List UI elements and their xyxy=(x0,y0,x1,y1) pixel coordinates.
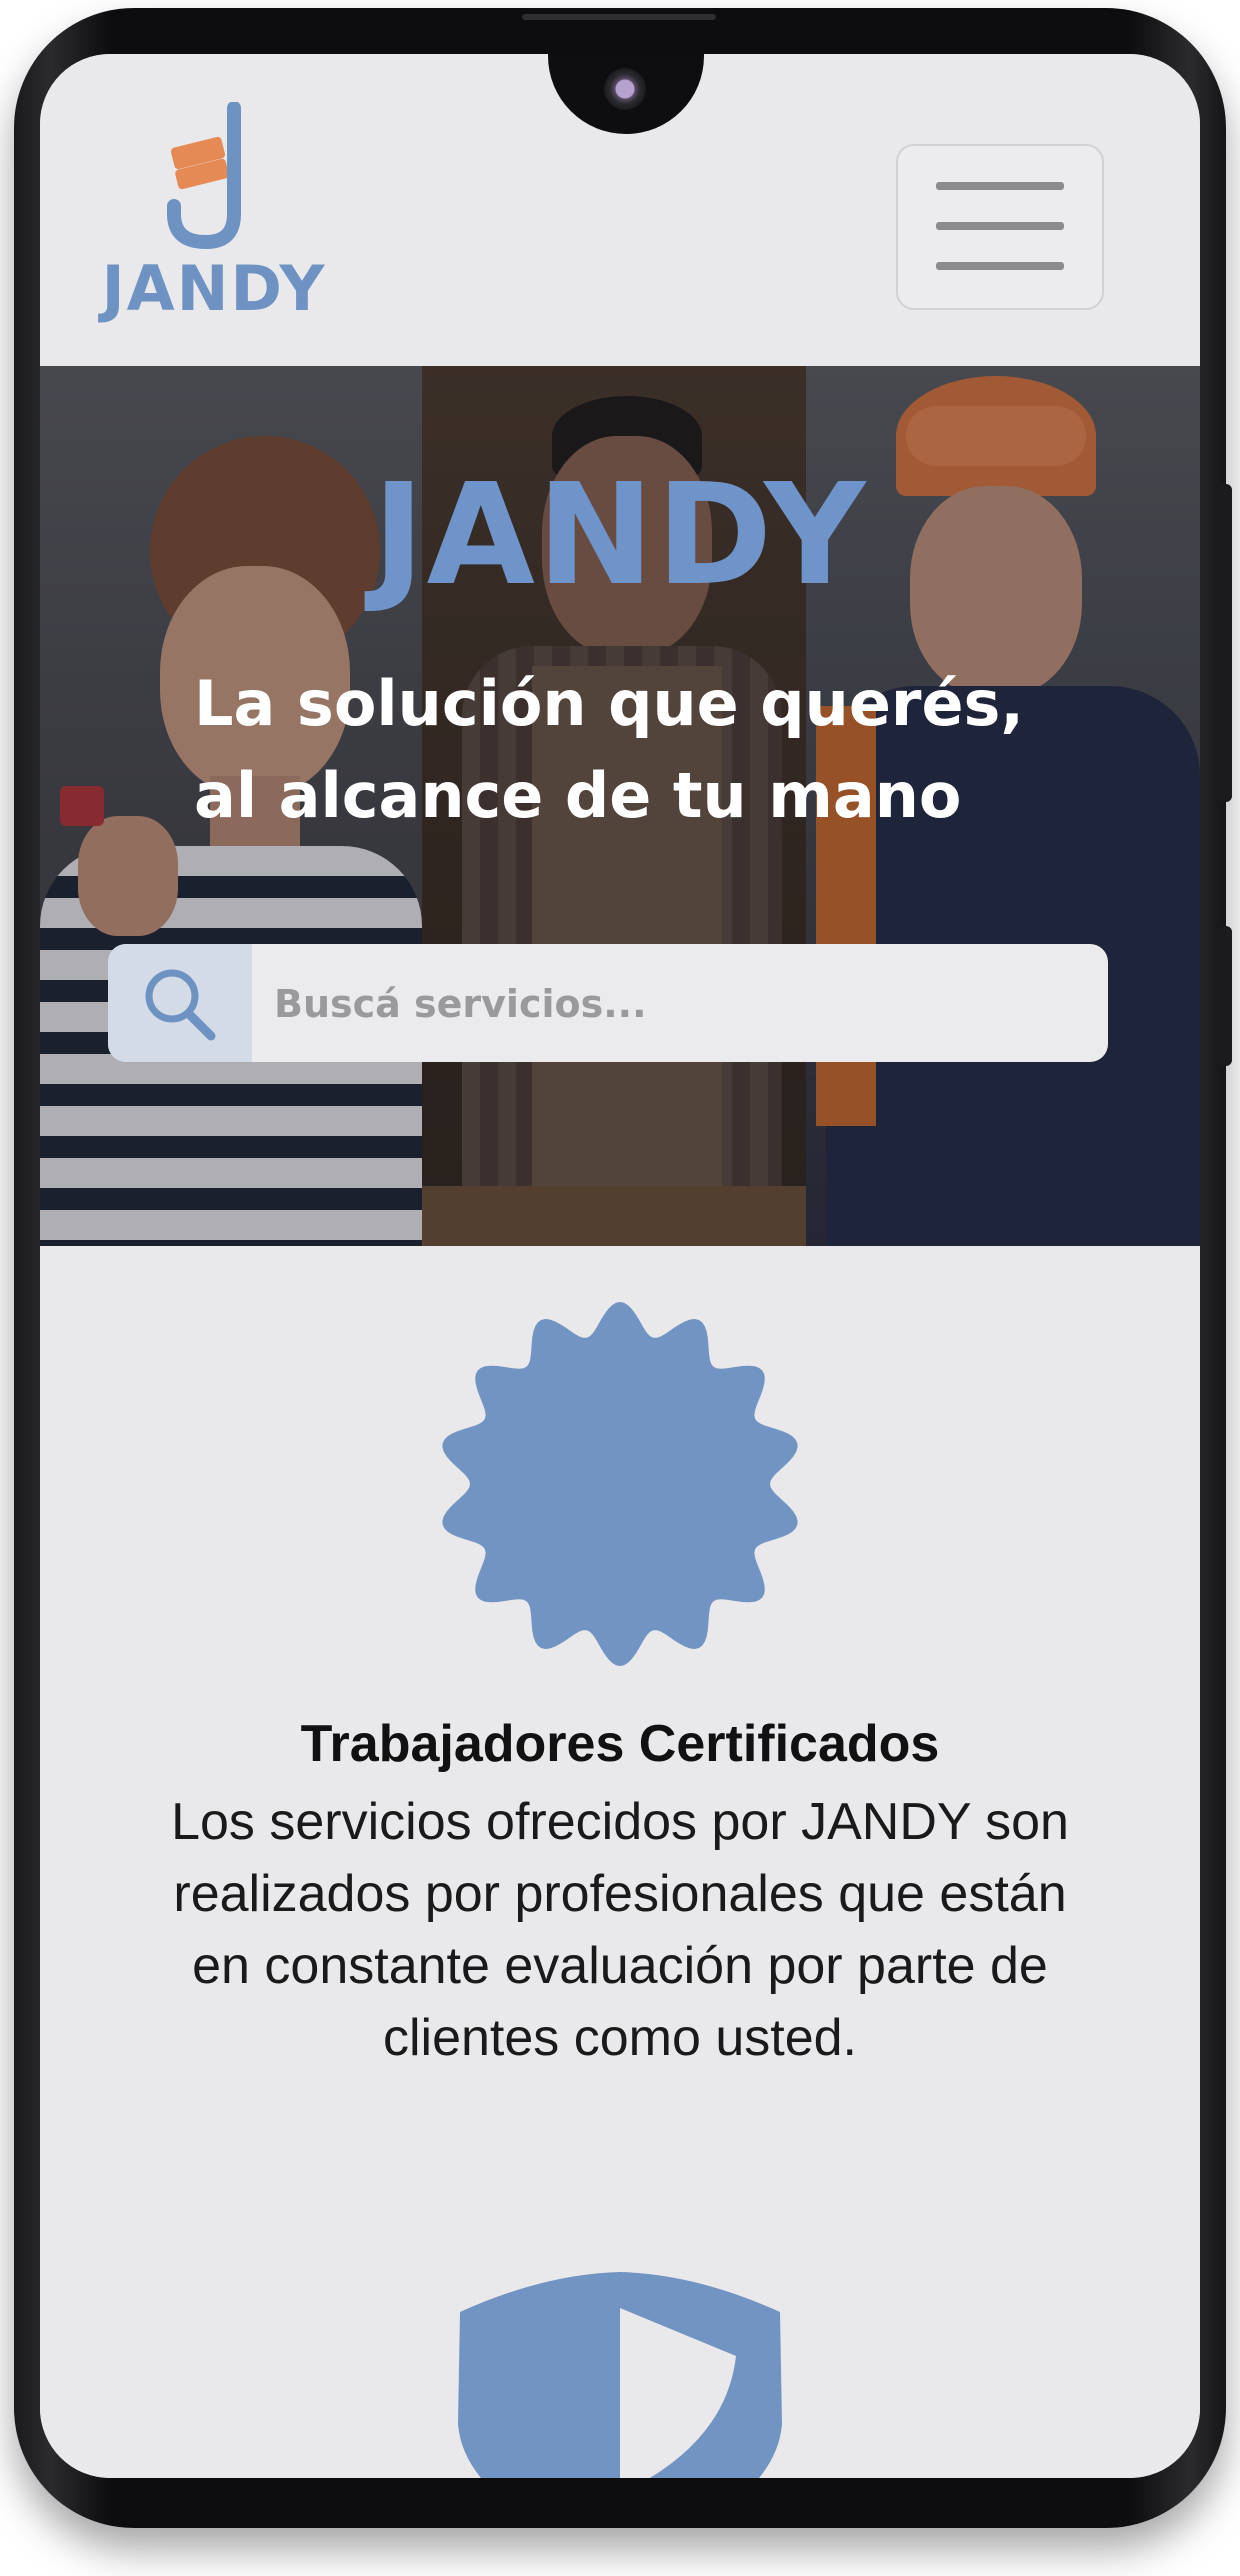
jandy-logo[interactable]: JANDY xyxy=(84,102,344,342)
search-button[interactable] xyxy=(108,944,252,1062)
feature-title: Trabajadores Certificados xyxy=(300,1715,940,1773)
power-button xyxy=(1218,926,1232,1066)
phone-speaker xyxy=(522,14,716,20)
hero-banner: JANDY La solución que querés, al alcance… xyxy=(40,366,1200,1246)
certified-badge-icon xyxy=(442,1302,798,1666)
tagline-line-1: La solución que querés, xyxy=(194,667,1024,740)
search-input[interactable] xyxy=(272,944,1096,1062)
logo-text: JANDY xyxy=(101,252,327,325)
hero-title: JANDY xyxy=(372,454,868,617)
phone-screen: JANDY JANDY La solución que querés, al a… xyxy=(40,54,1200,2478)
feature-description-line: realizados por profesionales que están xyxy=(173,1865,1067,1923)
features-section: Trabajadores Certificados Los servicios … xyxy=(40,1246,1200,2478)
feature-description: Los servicios ofrecidos por JANDY son re… xyxy=(120,1786,1120,2074)
search-bar[interactable] xyxy=(108,944,1108,1062)
hero-tagline: La solución que querés, al alcance de tu… xyxy=(194,658,1094,842)
jandy-logo-mark-icon xyxy=(167,102,241,250)
feature-description-line: clientes como usted. xyxy=(382,2009,858,2067)
hamburger-menu-icon xyxy=(936,182,1064,190)
tagline-line-2: al alcance de tu mano xyxy=(194,759,962,832)
menu-button[interactable] xyxy=(896,144,1104,310)
hamburger-bar xyxy=(936,222,1064,230)
feature-description-line: en constante evaluación por parte de xyxy=(192,1937,1048,1995)
front-camera-icon xyxy=(604,68,646,110)
shield-icon xyxy=(458,2272,782,2478)
phone-frame: JANDY JANDY La solución que querés, al a… xyxy=(14,8,1232,2528)
search-icon xyxy=(145,969,216,1041)
volume-button xyxy=(1218,484,1232,802)
feature-description-line: Los servicios ofrecidos por JANDY son xyxy=(171,1793,1069,1851)
hamburger-bar xyxy=(936,262,1064,270)
